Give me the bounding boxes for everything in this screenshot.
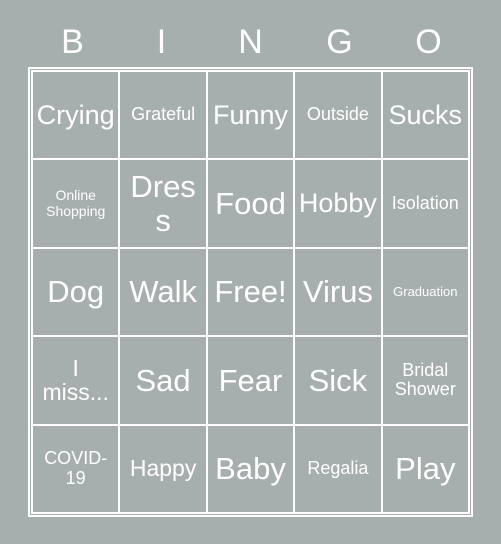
bingo-cell-label: Isolation [391,192,459,213]
bingo-cell-label: Grateful [131,104,196,125]
bingo-cell[interactable]: Walk [118,246,208,338]
bingo-cell[interactable]: Sucks [380,70,470,161]
bingo-cell-label: Funny [212,99,289,130]
bingo-cell[interactable]: I miss... [31,335,121,426]
bingo-cell-label: Food [215,185,286,221]
header-letter-o: O [415,23,442,61]
bingo-grid: Crying Grateful Funny Outside Sucks Online Sh… [31,70,470,514]
header-letter-b: B [61,23,84,61]
bingo-cell[interactable]: Dog [31,246,121,338]
bingo-cell[interactable]: Graduation [380,246,470,338]
bingo-cell-label: Dress [130,169,196,238]
bingo-cell[interactable]: Regalia [293,423,383,514]
bingo-cell-label: Online Shopping [46,187,106,219]
bingo-cell[interactable]: Hobby [293,158,383,249]
bingo-cell[interactable]: Play [380,423,470,514]
bingo-cell[interactable]: Funny [205,70,296,161]
bingo-cell[interactable]: Sick [293,335,383,426]
bingo-cell[interactable]: Free! [205,246,296,338]
header-letter-g: G [326,23,353,61]
bingo-cell-label: COVID- 19 [44,448,108,488]
bingo-cell[interactable]: Food [205,158,296,249]
bingo-cell[interactable]: COVID- 19 [31,423,121,514]
bingo-cell-label: Dog [47,274,105,310]
bingo-cell[interactable]: Grateful [118,70,208,161]
bingo-header: B I N G O [28,20,473,64]
bingo-cell[interactable]: Crying [31,70,121,161]
bingo-cell-label: Happy [129,455,197,482]
bingo-cell-label: Sick [308,362,368,398]
bingo-cell-label: Hobby [298,188,377,219]
bingo-cell-label: Walk [129,274,197,310]
bingo-cell[interactable]: Happy [118,423,208,514]
bingo-cell[interactable]: Outside [293,70,383,161]
bingo-cell-label: Graduation [393,283,458,299]
bingo-cell[interactable]: Virus [293,246,383,338]
bingo-cell[interactable]: Isolation [380,158,470,249]
header-letter-n: N [238,23,263,61]
bingo-cell[interactable]: Online Shopping [31,158,121,249]
bingo-cell[interactable]: Sad [118,335,208,426]
bingo-cell-label: Outside [306,104,369,125]
bingo-cell[interactable]: Dress [118,158,208,249]
bingo-cell-label: Sad [135,362,191,398]
bingo-cell[interactable]: Fear [205,335,296,426]
bingo-card: B I N G O Crying Grateful Funny Outside Suck… [0,0,501,544]
bingo-cell-label: Play [395,451,456,487]
bingo-grid-border: Crying Grateful Funny Outside Sucks Online Sh… [28,67,473,517]
bingo-cell-label: Sucks [388,99,463,130]
bingo-cell-label: Crying [36,99,115,130]
bingo-cell-label: Baby [215,451,286,487]
bingo-cell-label: Free! [214,274,287,310]
bingo-cell[interactable]: Baby [205,423,296,514]
header-letter-i: I [156,23,167,61]
bingo-cell-label: Regalia [307,458,369,479]
bingo-cell-label: Bridal Shower [394,359,456,400]
bingo-cell-label: Virus [302,274,373,310]
bingo-cell[interactable]: Bridal Shower [380,335,470,426]
bingo-cell-label: I miss... [42,354,109,406]
bingo-cell-label: Fear [218,362,283,398]
